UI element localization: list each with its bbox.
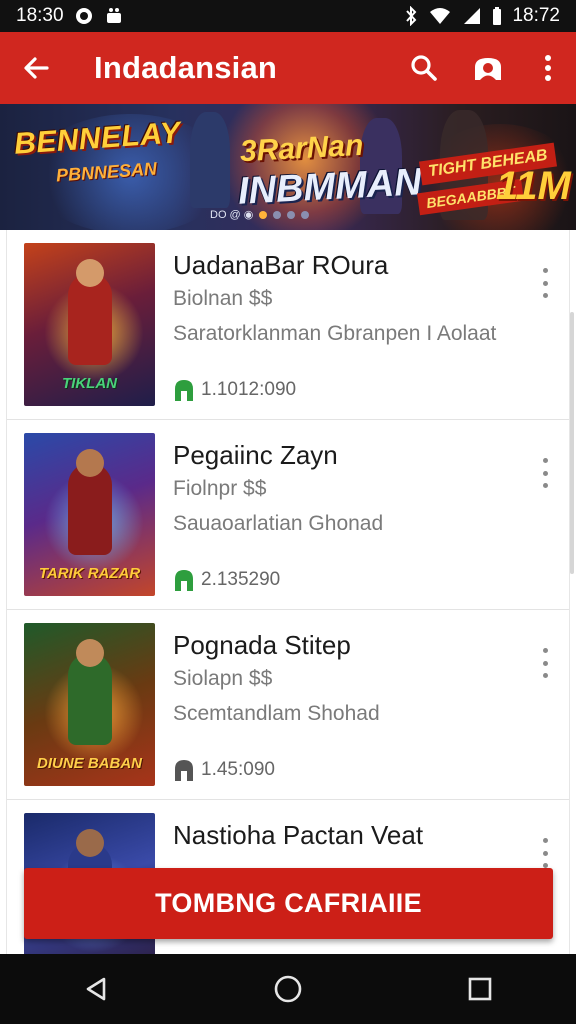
signal-icon	[462, 6, 482, 26]
nav-recents-button[interactable]	[440, 959, 520, 1019]
back-button[interactable]	[0, 32, 72, 104]
game-price: Biolnan $$	[173, 287, 273, 310]
item-menu-button[interactable]	[535, 838, 555, 868]
system-nav-bar	[0, 954, 576, 1024]
page-title: Indadansian	[94, 50, 278, 85]
item-menu-button[interactable]	[535, 648, 555, 678]
search-button[interactable]	[392, 32, 456, 104]
download-stat: 1.45:090	[173, 758, 275, 782]
item-menu-button[interactable]	[535, 458, 555, 488]
thumbnail-label: TIKLAN	[62, 375, 117, 392]
download-count: 2.135290	[201, 569, 281, 590]
pager-dot[interactable]	[287, 210, 296, 219]
pager-dot[interactable]	[259, 210, 268, 219]
pager-dot[interactable]	[273, 210, 282, 219]
status-time-right: 18:72	[512, 5, 560, 26]
game-description: Scemtandlam Shohad	[173, 702, 380, 725]
nav-back-button[interactable]	[56, 959, 136, 1019]
bluetooth-icon	[404, 6, 418, 26]
game-thumbnail[interactable]: TARIK RAZAR	[24, 433, 155, 596]
item-menu-button[interactable]	[535, 268, 555, 298]
battery-icon	[492, 6, 502, 26]
download-stat: 2.135290	[173, 568, 280, 592]
thumbnail-label: TARIK RAZAR	[38, 565, 141, 582]
download-lock-icon	[175, 760, 193, 781]
game-description: Sauaoarlatian Ghonad	[173, 512, 384, 535]
shield-icon	[74, 6, 94, 26]
list-item[interactable]: DIUNE BABAN Pognada Stitep Siolapn $$ Sc…	[7, 610, 569, 800]
list-item[interactable]: TARIK RAZAR Pegaiinc Zayn Fiolnpr $$ Sau…	[7, 420, 569, 610]
game-title: Pegaiinc Zayn	[173, 440, 338, 470]
download-count: 1.1012:090	[201, 379, 297, 400]
banner-big-number: 11M	[496, 164, 571, 208]
nav-home-button[interactable]	[248, 959, 328, 1019]
app-bar: Indadansian	[0, 32, 576, 104]
game-description: Saratorklanman Gbranpen I Aolaat	[173, 322, 497, 345]
nav-home-circle-icon	[274, 975, 302, 1003]
wifi-icon	[428, 6, 452, 26]
banner-pager: DO @ ◉	[210, 208, 310, 221]
download-stat: 1.1012:090	[173, 378, 296, 402]
game-price: Siolapn $$	[173, 667, 273, 690]
arrow-left-icon	[24, 57, 49, 79]
download-lock-icon	[175, 380, 193, 401]
thumbnail-label: DIUNE BABAN	[37, 755, 142, 772]
account-icon	[475, 58, 501, 80]
game-price: Fiolnpr $$	[173, 477, 267, 500]
scrollbar[interactable]	[570, 312, 574, 574]
game-thumbnail[interactable]: DIUNE BABAN	[24, 623, 155, 786]
more-vertical-icon	[545, 55, 551, 81]
nav-recents-square-icon	[468, 977, 492, 1001]
game-title: Nastioha Pactan Veat	[173, 820, 424, 850]
game-list[interactable]: TIKLAN UadanaBar ROura Biolnan $$ Sarato…	[6, 230, 570, 954]
banner-mid-title: 3RarNan	[239, 128, 365, 169]
download-count: 1.45:090	[201, 759, 275, 780]
banner-pager-label: DO @ ◉	[210, 209, 254, 221]
promo-banner[interactable]: BENNELAY PBNNESAN 3RarNan INBMMAN TIGHT …	[0, 104, 576, 230]
status-time-left: 18:30	[16, 5, 64, 26]
game-title: UadanaBar ROura	[173, 250, 389, 280]
primary-cta-button[interactable]: TOMBNG CAFRIAIIE	[24, 868, 553, 939]
game-title: Pognada Stitep	[173, 630, 351, 660]
list-item[interactable]: TIKLAN UadanaBar ROura Biolnan $$ Sarato…	[7, 230, 569, 420]
search-icon	[411, 55, 437, 81]
game-thumbnail[interactable]: TIKLAN	[24, 243, 155, 406]
android-icon	[104, 6, 124, 26]
status-bar: 18:30 18:72	[0, 0, 576, 32]
more-options-button[interactable]	[520, 32, 576, 104]
nav-back-triangle-icon	[86, 977, 106, 1001]
account-button[interactable]	[456, 32, 520, 104]
download-lock-icon	[175, 570, 193, 591]
pager-dot[interactable]	[301, 210, 310, 219]
